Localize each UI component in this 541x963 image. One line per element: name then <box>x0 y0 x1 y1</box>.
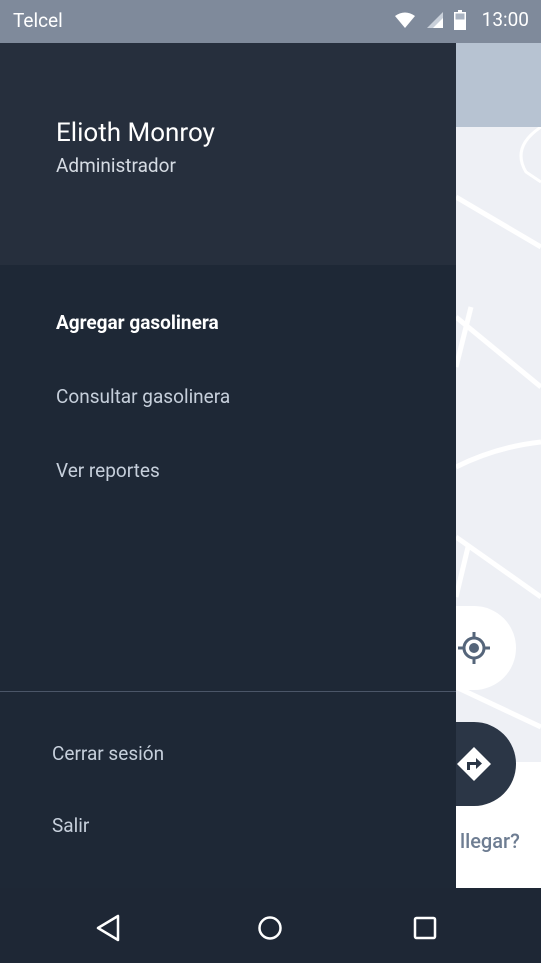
navigation-drawer: Elioth Monroy Administrador Agregar gaso… <box>0 43 456 888</box>
recents-icon <box>413 916 437 940</box>
wifi-icon <box>394 12 415 28</box>
home-button[interactable] <box>250 908 290 948</box>
status-bar: Telcel 13:00 <box>0 0 541 43</box>
user-role: Administrador <box>56 154 176 177</box>
system-nav-bar <box>0 888 541 963</box>
drawer-header: Elioth Monroy Administrador <box>0 43 456 265</box>
status-icons: 13:00 <box>394 8 529 31</box>
menu-item-cerrar-sesion[interactable]: Cerrar sesión <box>52 742 164 765</box>
menu-item-agregar-gasolinera[interactable]: Agregar gasolinera <box>56 311 219 334</box>
signal-icon <box>426 11 443 28</box>
back-icon <box>96 914 120 942</box>
menu-item-consultar-gasolinera[interactable]: Consultar gasolinera <box>56 385 230 408</box>
recents-button[interactable] <box>405 908 445 948</box>
route-prompt-text[interactable]: llegar? <box>460 829 520 853</box>
drawer-divider <box>0 691 456 692</box>
home-icon <box>258 916 282 940</box>
directions-icon <box>457 747 491 781</box>
carrier-label: Telcel <box>13 9 63 32</box>
menu-item-salir[interactable]: Salir <box>52 814 89 837</box>
back-button[interactable] <box>88 908 128 948</box>
user-name: Elioth Monroy <box>56 118 215 148</box>
menu-item-ver-reportes[interactable]: Ver reportes <box>56 459 160 482</box>
battery-icon <box>453 9 466 30</box>
map-search-bar[interactable] <box>456 43 541 127</box>
my-location-icon <box>458 632 490 664</box>
clock: 13:00 <box>481 8 529 31</box>
